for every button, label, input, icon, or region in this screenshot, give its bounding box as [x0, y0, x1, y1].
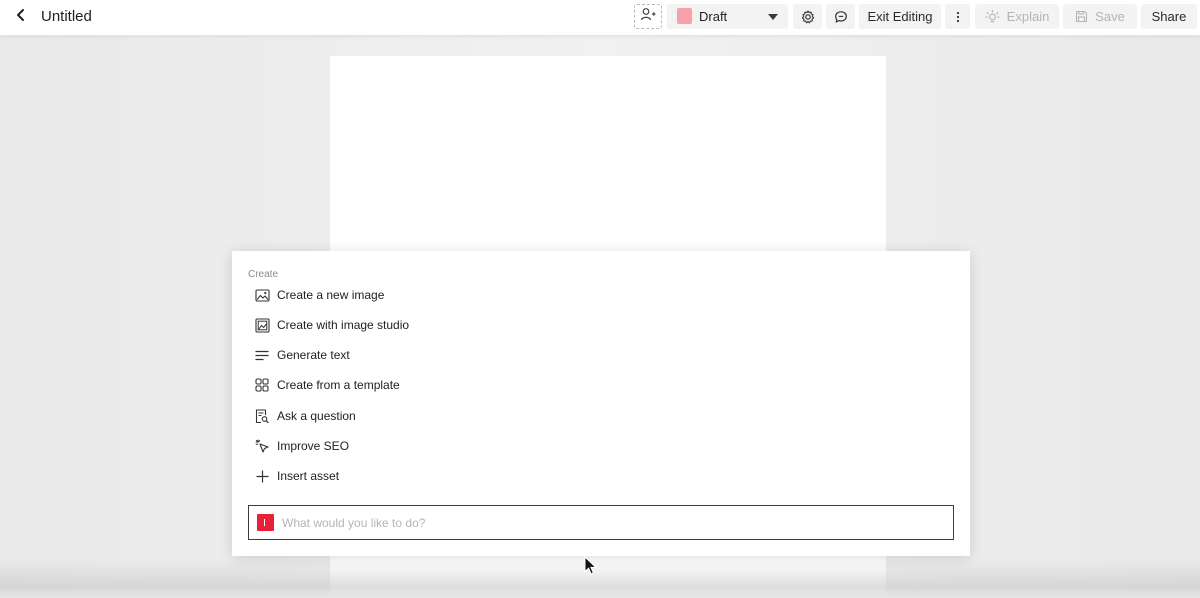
add-collaborator-button[interactable]: [634, 4, 662, 29]
menu-item-label: Create from a template: [277, 378, 400, 392]
menu-item-create-with-image-studio[interactable]: Create with image studio: [248, 312, 668, 338]
save-label: Save: [1095, 9, 1125, 24]
text-lines-icon: [254, 347, 270, 363]
gear-icon: [801, 9, 815, 24]
menu-item-create-from-template[interactable]: Create from a template: [248, 372, 668, 398]
explain-label: Explain: [1006, 9, 1050, 24]
exit-editing-label: Exit Editing: [867, 9, 933, 24]
more-options-button[interactable]: [945, 4, 970, 29]
status-swatch: [677, 8, 692, 24]
image-studio-icon: [254, 317, 270, 333]
top-bar: Untitled Draft Exit Editing Explain Save…: [0, 0, 1200, 36]
status-label: Draft: [699, 9, 728, 24]
menu-item-label: Improve SEO: [277, 439, 350, 453]
image-icon: [254, 287, 270, 303]
template-grid-icon: [254, 377, 270, 393]
panel-heading: Create: [248, 269, 279, 280]
more-vertical-icon: [956, 11, 960, 23]
lightbulb-icon: [985, 9, 1000, 24]
menu-item-ask-a-question[interactable]: Ask a question: [248, 403, 668, 429]
menu-item-label: Generate text: [277, 348, 350, 362]
share-button[interactable]: Share: [1141, 4, 1197, 29]
menu-item-label: Ask a question: [277, 409, 356, 423]
caret-down-icon: [768, 14, 778, 20]
chevron-left-icon: [15, 8, 27, 27]
menu-item-label: Create with image studio: [277, 318, 410, 332]
plus-icon: [254, 468, 270, 484]
menu-item-improve-seo[interactable]: Improve SEO: [248, 433, 668, 459]
create-panel: Create Create a new image Create with im…: [232, 251, 970, 556]
menu-item-insert-asset[interactable]: Insert asset: [248, 463, 668, 489]
back-button[interactable]: [10, 6, 32, 28]
canvas-bottom-shadow: [0, 560, 1200, 598]
menu-item-generate-text[interactable]: Generate text: [248, 342, 668, 368]
exit-editing-button[interactable]: Exit Editing: [859, 4, 941, 29]
menu-item-create-new-image[interactable]: Create a new image: [248, 282, 668, 308]
prompt-input[interactable]: [282, 512, 942, 534]
comment-icon: [834, 10, 848, 24]
save-icon: [1075, 10, 1088, 23]
page-title: Untitled: [41, 8, 92, 25]
text-cursor-icon: [264, 519, 265, 526]
settings-button[interactable]: [793, 4, 822, 29]
share-label: Share: [1151, 9, 1187, 24]
ai-badge: [257, 514, 274, 531]
menu-item-label: Create a new image: [277, 288, 385, 302]
sparkle-cursor-icon: [254, 438, 270, 454]
add-user-icon: [640, 7, 656, 26]
comments-button[interactable]: [826, 4, 855, 29]
menu-item-label: Insert asset: [277, 469, 340, 483]
status-dropdown[interactable]: Draft: [667, 4, 788, 29]
prompt-box: [248, 505, 954, 540]
explain-button[interactable]: Explain: [975, 4, 1059, 29]
document-search-icon: [254, 408, 270, 424]
save-button[interactable]: Save: [1063, 4, 1137, 29]
mouse-pointer-icon: [584, 555, 598, 576]
